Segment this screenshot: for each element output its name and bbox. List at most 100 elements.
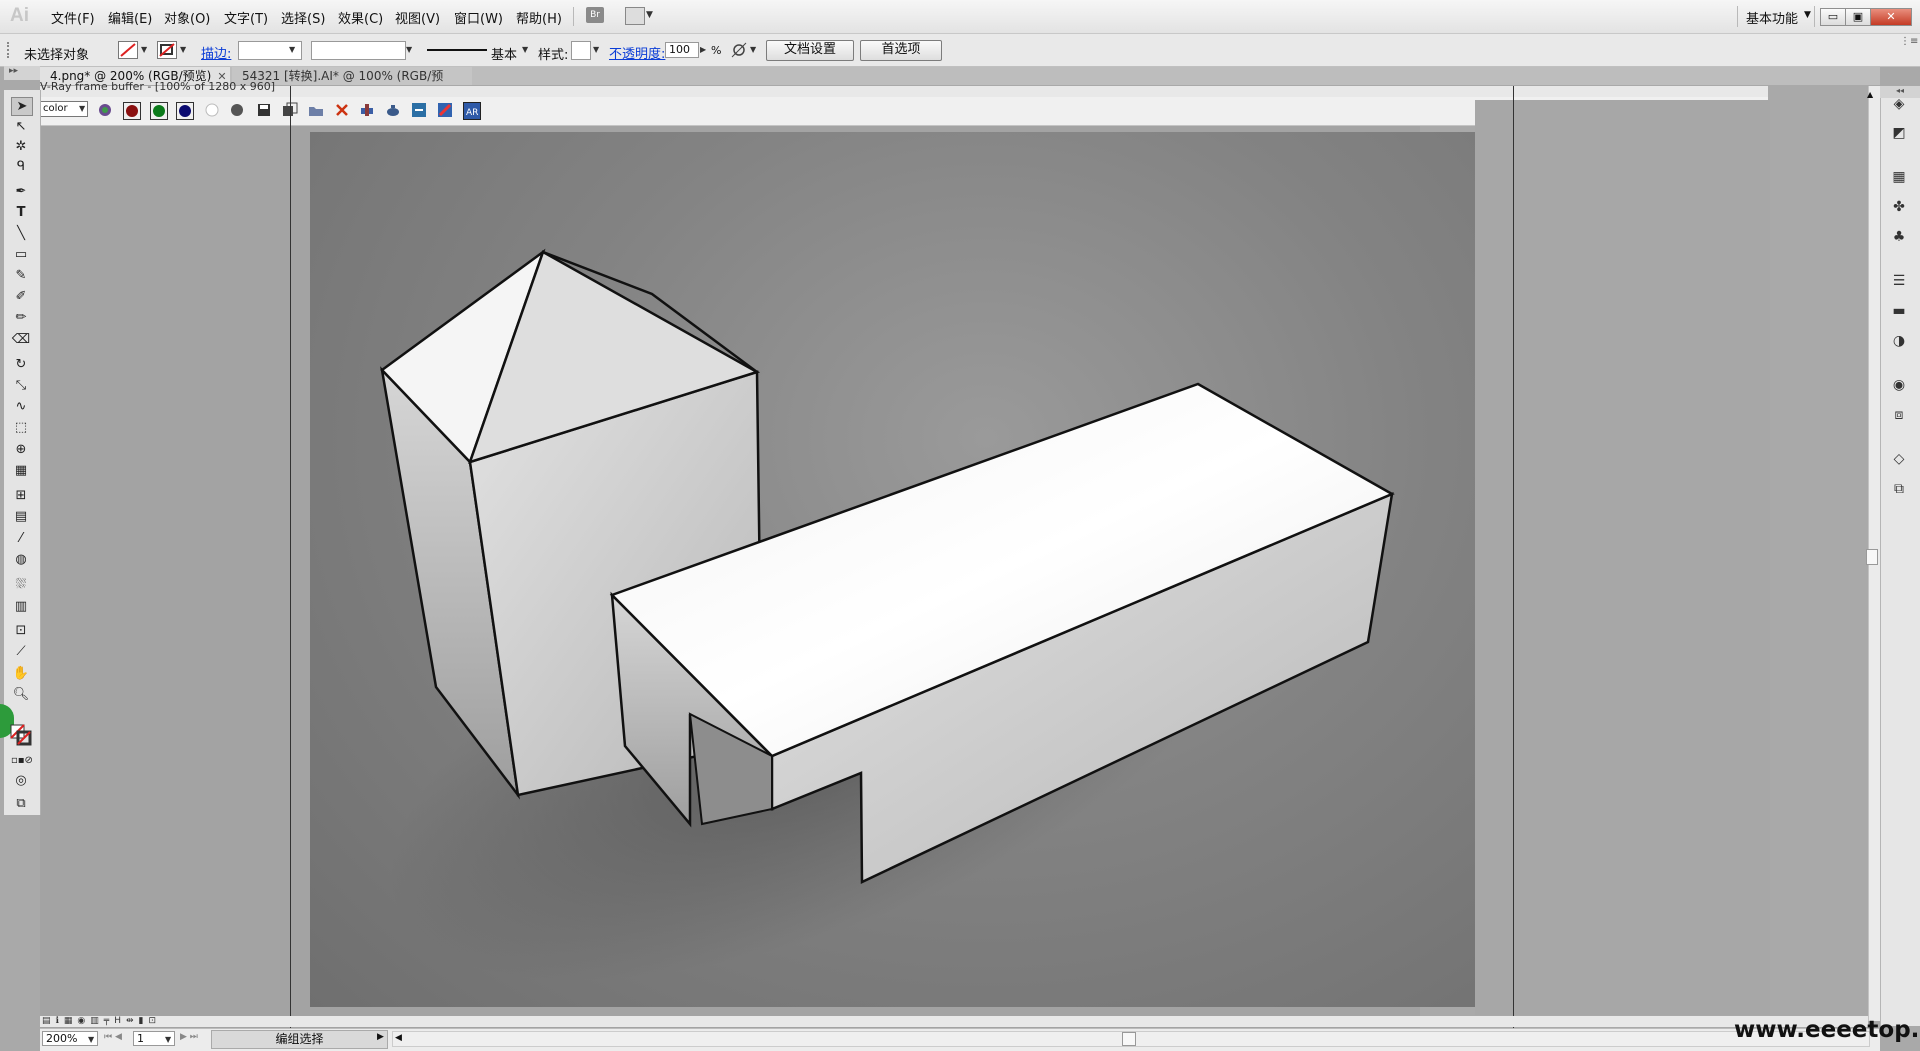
warp-tool-icon[interactable]: ∿ [11,398,31,415]
document-setup-button[interactable]: 文档设置 [766,40,854,61]
transparency-panel-icon[interactable]: ◑ [1889,332,1909,350]
panel-menu-icon[interactable]: ⋮≡ [1900,36,1918,47]
rotate-tool-icon[interactable]: ↻ [11,356,31,373]
workspace-switcher[interactable]: 基本功能 [1746,8,1798,27]
chevron-down-icon[interactable]: ▼ [1804,10,1811,20]
clear-image-icon[interactable] [334,102,350,118]
graphic-style-swatch[interactable] [571,41,591,60]
paintbrush-tool-icon[interactable]: ✎ [11,267,31,284]
green-channel-icon[interactable] [150,102,168,120]
opacity-panel-link[interactable]: 不透明度: [609,43,665,62]
hand-tool-icon[interactable]: ✋ [11,665,31,682]
chevron-left-icon[interactable]: ◀ [395,1033,402,1043]
swatches-panel-icon[interactable]: ▦ [1889,168,1909,186]
blend-tool-icon[interactable]: ◍ [11,551,31,568]
bridge-button[interactable]: Br [586,7,604,23]
blue-channel-icon[interactable] [176,102,194,120]
menu-window[interactable]: 窗口(W) [454,8,503,27]
chevron-down-icon[interactable]: ▼ [406,45,412,54]
chevron-down-icon[interactable]: ▼ [750,45,756,54]
grip-handle[interactable] [7,42,13,58]
eyedropper-tool-icon[interactable]: ⁄ [11,530,31,547]
drawing-mode-icon[interactable]: ◎ [11,772,31,789]
chevron-down-icon[interactable]: ▼ [646,10,653,20]
toolbox-collapse-icon[interactable]: ▸▸ [4,66,40,80]
chevron-right-icon[interactable]: ▶ [377,1032,384,1042]
open-folder-icon[interactable] [308,102,324,118]
render-teapot-icon[interactable] [385,102,401,118]
chevron-right-icon[interactable]: ▶ [700,45,706,54]
appearance-panel-icon[interactable]: ◉ [1889,376,1909,394]
red-channel-icon[interactable] [123,102,141,120]
region-render-icon[interactable] [437,102,453,118]
menu-file[interactable]: 文件(F) [51,8,95,27]
column-graph-tool-icon[interactable]: ▥ [11,598,31,615]
zoom-tool-icon[interactable]: 🔍︎ [11,686,31,703]
pencil-tool-icon[interactable]: ✏ [11,309,31,326]
stroke-panel-link[interactable]: 描边: [201,43,231,62]
scroll-thumb[interactable] [1122,1032,1136,1046]
slice-tool-icon[interactable]: ⟋ [11,643,31,660]
chevron-down-icon[interactable]: ▼ [165,1035,171,1044]
variable-width-profile[interactable] [311,41,406,60]
brush-definition[interactable]: 基本 [491,44,517,63]
blob-brush-tool-icon[interactable]: ✐ [11,288,31,305]
layers-panel-icon[interactable]: ◇ [1889,450,1909,468]
artboard-nav-prev-icon[interactable]: ⏮ ◀ [104,1032,122,1042]
gradient-panel-icon[interactable]: ▬ [1889,302,1909,320]
scroll-up-icon[interactable]: ▲ [1867,90,1873,99]
fill-stroke-swatches[interactable] [10,724,32,746]
artboards-panel-icon[interactable]: ⧉ [1889,480,1909,498]
eraser-tool-icon[interactable]: ⌫ [11,331,31,348]
current-tool-status[interactable]: 编组选择 [211,1030,388,1049]
arrange-documents-icon[interactable] [625,7,645,25]
menu-object[interactable]: 对象(O) [164,8,210,27]
symbols-panel-icon[interactable]: ♣ [1889,228,1909,246]
link-to-viewport-icon[interactable] [411,102,427,118]
minimize-button[interactable]: ▭ [1820,8,1846,26]
color-mode-icon[interactable]: ▫▪⊘ [11,752,33,769]
selection-tool-icon[interactable]: ➤ [11,97,33,116]
menu-view[interactable]: 视图(V) [395,8,440,27]
type-tool-icon[interactable]: T [11,204,31,221]
scale-tool-icon[interactable]: ⤡ [11,377,31,394]
recolor-artwork-icon[interactable] [731,42,747,58]
chevron-down-icon[interactable]: ▼ [79,104,85,113]
color-panel-icon[interactable]: ◈ [1889,95,1909,113]
vray-bottom-icons[interactable]: ▤ℹ▦◉▥╤H⇹▮⊡ [42,1016,161,1026]
scroll-thumb[interactable] [1866,549,1878,565]
restore-button[interactable]: ▣ [1845,8,1871,26]
line-tool-icon[interactable]: ╲ [11,225,31,242]
chevron-down-icon[interactable]: ▼ [141,45,147,54]
pen-tool-icon[interactable]: ✒ [11,183,31,200]
free-transform-tool-icon[interactable]: ⬚ [11,419,31,436]
duplicate-vfb-icon[interactable] [359,102,375,118]
artboard-nav-next-icon[interactable]: ▶ ⏭ [180,1032,198,1042]
symbol-sprayer-tool-icon[interactable]: ⛆ [11,576,31,593]
artboard-tool-icon[interactable]: ⊡ [11,622,31,639]
alpha-channel-icon[interactable] [204,102,220,118]
menu-type[interactable]: 文字(T) [224,8,268,27]
chevron-down-icon[interactable]: ▼ [88,1035,94,1044]
opacity-input[interactable]: 100 [665,42,699,58]
menu-effect[interactable]: 效果(C) [338,8,383,27]
chevron-down-icon[interactable]: ▼ [593,45,599,54]
menu-select[interactable]: 选择(S) [281,8,325,27]
fill-swatch[interactable] [118,41,138,59]
chevron-down-icon[interactable]: ▼ [522,45,528,54]
preferences-button[interactable]: 首选项 [860,40,942,61]
mono-channel-icon[interactable] [229,102,245,118]
magic-wand-tool-icon[interactable]: ✲ [11,138,31,155]
chevron-down-icon[interactable]: ▼ [289,45,295,54]
menu-help[interactable]: 帮助(H) [516,8,562,27]
color-guide-icon[interactable]: ◩ [1889,124,1909,142]
stroke-swatch[interactable] [157,41,177,59]
graphic-styles-panel-icon[interactable]: ⧈ [1889,406,1909,424]
perspective-grid-tool-icon[interactable]: ▦ [11,462,31,479]
rectangle-tool-icon[interactable]: ▭ [11,246,31,263]
chevron-down-icon[interactable]: ▼ [180,45,186,54]
auto-exposure-icon[interactable]: AR [463,102,481,120]
rgb-channel-icon[interactable] [97,102,113,118]
close-button[interactable]: ✕ [1870,8,1912,26]
shape-builder-tool-icon[interactable]: ⊕ [11,441,31,458]
